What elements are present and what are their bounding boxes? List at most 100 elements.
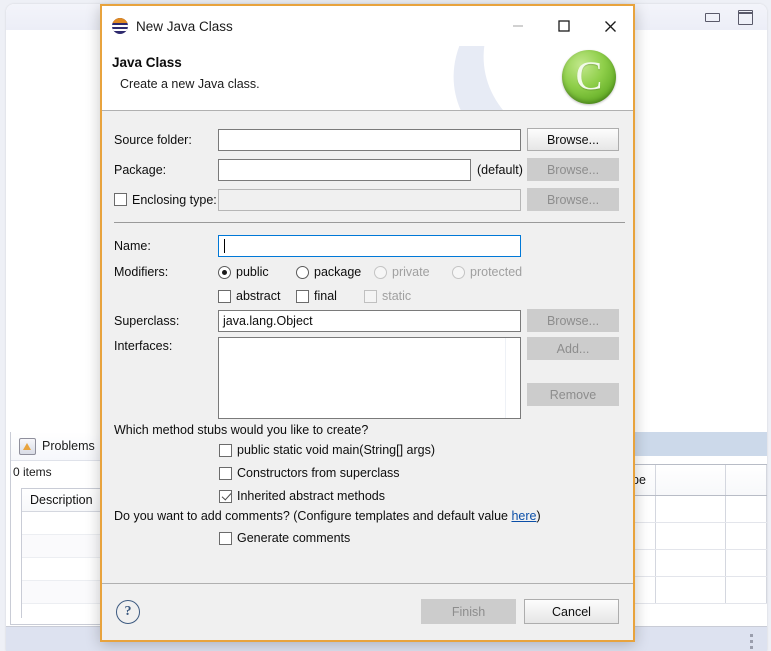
modifier-private-radio[interactable]: [374, 265, 387, 279]
dialog-window-controls: [495, 6, 633, 46]
enclosing-type-row: Enclosing type: Browse...: [114, 188, 625, 211]
modifier-final[interactable]: final: [296, 289, 364, 303]
modifier-package-radio[interactable]: [296, 265, 309, 279]
minimize-icon[interactable]: [705, 13, 720, 22]
enclosing-type-checkbox[interactable]: [114, 193, 127, 206]
name-label: Name:: [114, 239, 151, 253]
minimize-icon[interactable]: [495, 6, 541, 46]
modifier-final-checkbox[interactable]: [296, 289, 309, 303]
ide-window-controls: [705, 10, 753, 25]
dialog-title: New Java Class: [136, 18, 233, 34]
resize-grip[interactable]: [750, 634, 753, 649]
superclass-input[interactable]: java.lang.Object: [218, 309, 521, 332]
interfaces-add-button[interactable]: Add...: [527, 337, 619, 360]
method-stubs-question: Which method stubs would you like to cre…: [114, 423, 369, 437]
interfaces-remove-button[interactable]: Remove: [527, 383, 619, 406]
table-row[interactable]: [628, 577, 767, 604]
modifier-public-radio[interactable]: [218, 265, 231, 279]
enclosing-type-browse-button[interactable]: Browse...: [527, 188, 619, 211]
editor-selection-band: [628, 432, 767, 456]
new-java-class-dialog: New Java Class Java Class Create a new J…: [100, 4, 635, 642]
package-input[interactable]: [218, 158, 471, 181]
modifier-abstract-checkbox[interactable]: [218, 289, 231, 303]
eclipse-icon: [112, 18, 128, 34]
comments-question-prefix: Do you want to add comments? (Configure …: [114, 509, 512, 523]
generate-comments[interactable]: Generate comments: [219, 531, 350, 545]
modifier-static-checkbox[interactable]: [364, 289, 377, 303]
problems-icon: [19, 437, 36, 455]
interfaces-scrollbar[interactable]: [505, 338, 520, 418]
modifiers-label: Modifiers:: [114, 265, 169, 279]
modifier-flags-row: abstract final static: [218, 289, 618, 303]
stub-inherited-abstract-checkbox[interactable]: [219, 489, 232, 503]
generate-comments-checkbox[interactable]: [219, 531, 232, 545]
modifiers-row: Modifiers: public package private protec…: [114, 265, 625, 279]
java-class-wizard-icon: C: [562, 50, 616, 104]
dialog-titlebar: New Java Class: [102, 6, 633, 46]
package-browse-button[interactable]: Browse...: [527, 158, 619, 181]
modifier-package[interactable]: package: [296, 265, 374, 279]
modifier-abstract-label: abstract: [236, 289, 281, 303]
editor-column-blank2[interactable]: [726, 465, 767, 495]
modifier-static-label: static: [382, 289, 412, 303]
modifier-abstract[interactable]: abstract: [218, 289, 296, 303]
package-default-hint: (default): [477, 162, 523, 177]
generate-comments-label: Generate comments: [237, 531, 351, 545]
modifier-private[interactable]: private: [374, 265, 452, 279]
stub-inherited-abstract[interactable]: Inherited abstract methods: [219, 489, 385, 503]
enclosing-type-input[interactable]: [218, 188, 521, 211]
configure-templates-link[interactable]: here: [511, 509, 536, 523]
table-row[interactable]: [628, 496, 767, 523]
name-row: Name:: [114, 235, 625, 257]
package-row: Package: (default) Browse...: [114, 158, 625, 181]
editor-table: pe: [628, 464, 767, 625]
dialog-footer: ? Finish Cancel: [102, 583, 633, 640]
superclass-label: Superclass:: [114, 313, 180, 328]
stub-constructors-label: Constructors from superclass: [237, 466, 400, 480]
text-caret: [224, 239, 225, 253]
stub-inherited-abstract-label: Inherited abstract methods: [237, 489, 385, 503]
page-title: Java Class: [112, 55, 182, 70]
table-row[interactable]: [628, 523, 767, 550]
superclass-browse-button[interactable]: Browse...: [527, 309, 619, 332]
modifier-public[interactable]: public: [218, 265, 296, 279]
cancel-button[interactable]: Cancel: [524, 599, 619, 624]
page-subtitle: Create a new Java class.: [120, 77, 260, 91]
modifier-protected-label: protected: [470, 265, 523, 279]
close-icon[interactable]: [587, 6, 633, 46]
source-folder-browse-button[interactable]: Browse...: [527, 128, 619, 151]
name-input[interactable]: [218, 235, 521, 257]
help-button[interactable]: ?: [116, 600, 140, 624]
maximize-icon[interactable]: [541, 6, 587, 46]
superclass-row: Superclass: java.lang.Object Browse...: [114, 309, 625, 332]
source-folder-input[interactable]: [218, 128, 521, 151]
stub-main-method-checkbox[interactable]: [219, 443, 232, 457]
stub-main-method[interactable]: public static void main(String[] args): [219, 443, 435, 457]
problems-tab-label: Problems: [42, 439, 95, 453]
modifier-final-label: final: [314, 289, 337, 303]
stub-constructors[interactable]: Constructors from superclass: [219, 466, 400, 480]
editor-column-blank1[interactable]: [656, 465, 726, 495]
enclosing-type-checkbox-wrap[interactable]: Enclosing type:: [114, 193, 218, 207]
stub-constructors-checkbox[interactable]: [219, 466, 232, 480]
modifier-private-label: private: [392, 265, 430, 279]
maximize-icon[interactable]: [738, 10, 753, 25]
comments-question: Do you want to add comments? (Configure …: [114, 509, 541, 523]
modifier-package-label: package: [314, 265, 362, 279]
modifier-static[interactable]: static: [364, 289, 411, 303]
source-folder-label: Source folder:: [114, 132, 192, 147]
modifier-protected[interactable]: protected: [452, 265, 522, 279]
table-row[interactable]: [628, 550, 767, 577]
package-label: Package:: [114, 162, 167, 177]
source-folder-row: Source folder: Browse...: [114, 128, 625, 151]
dialog-header: Java Class Create a new Java class. C: [102, 46, 633, 111]
interfaces-list[interactable]: [218, 337, 521, 419]
finish-button[interactable]: Finish: [421, 599, 516, 624]
enclosing-type-label: Enclosing type:: [132, 192, 217, 207]
separator-1: [114, 222, 625, 223]
interfaces-label: Interfaces:: [114, 339, 173, 353]
modifier-protected-radio[interactable]: [452, 265, 465, 279]
stub-main-method-label: public static void main(String[] args): [237, 443, 435, 457]
comments-question-suffix: ): [536, 509, 541, 523]
logo-letter: C: [575, 52, 603, 98]
